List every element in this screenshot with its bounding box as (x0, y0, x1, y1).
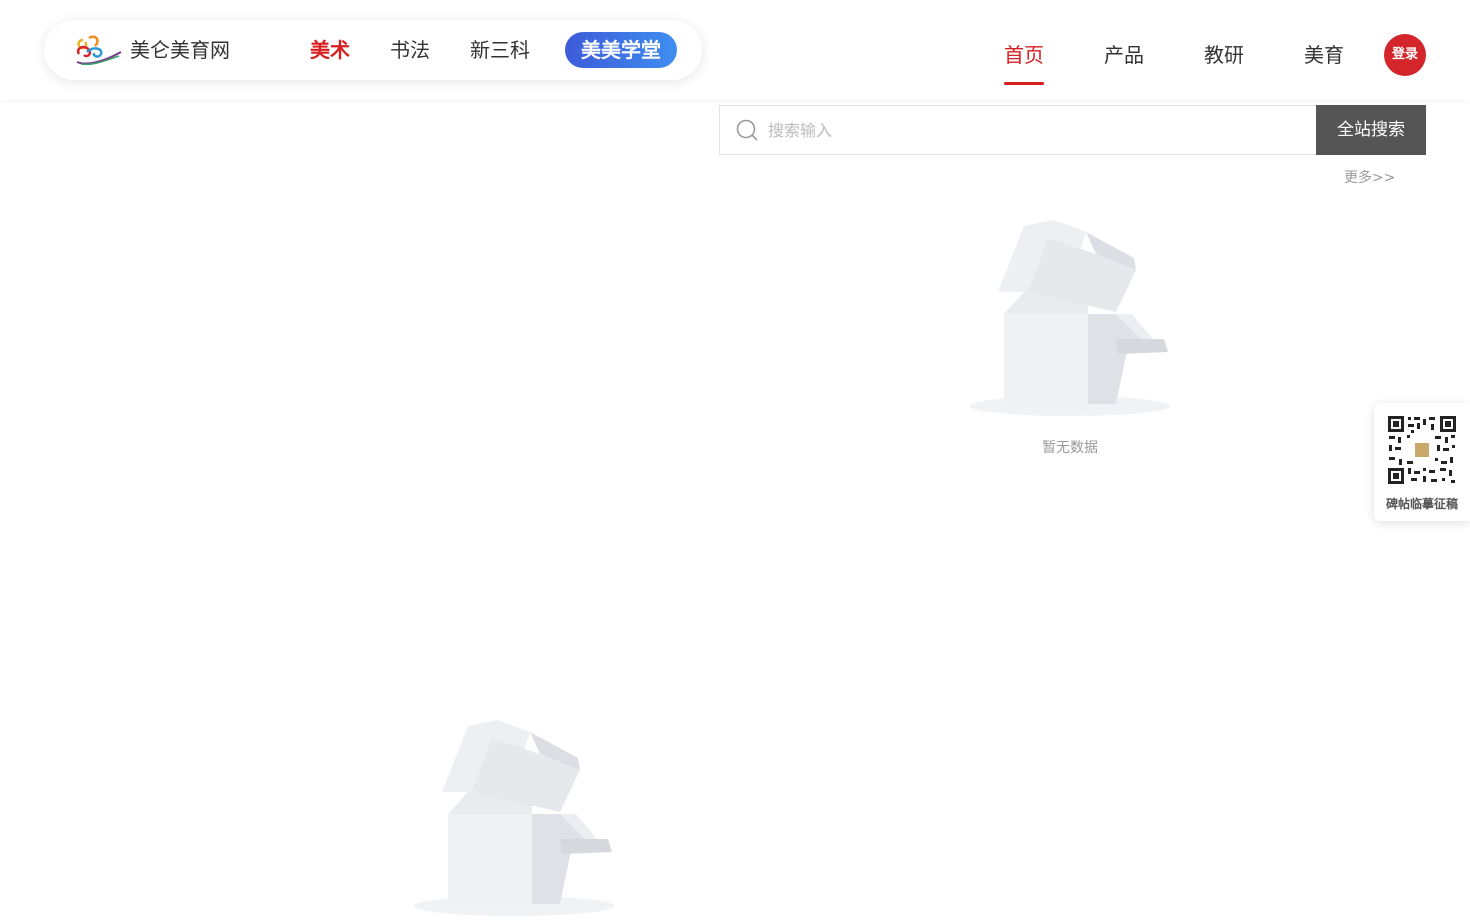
empty-box-icon (970, 220, 1170, 416)
site-search-button[interactable]: 全站搜索 (1316, 105, 1426, 155)
featured-category-button[interactable]: 美美学堂 (565, 32, 677, 68)
empty-state-text: 暂无数据 (1042, 440, 1098, 456)
qr-caption[interactable]: 碑帖临摹征稿 (1376, 496, 1468, 512)
category-tab-art[interactable]: 美术 (310, 38, 350, 62)
search-icon (736, 119, 758, 141)
category-tab-new-three-subjects[interactable]: 新三科 (470, 38, 530, 62)
search-input[interactable] (766, 114, 1300, 146)
nav-home[interactable]: 首页 (1004, 43, 1044, 67)
nav-products[interactable]: 产品 (1104, 43, 1144, 67)
qr-code-icon[interactable] (1387, 415, 1457, 485)
site-logo-icon[interactable] (73, 32, 123, 68)
category-tab-calligraphy[interactable]: 书法 (390, 38, 430, 62)
nav-teaching-research[interactable]: 教研 (1204, 43, 1244, 67)
nav-aesthetic-education[interactable]: 美育 (1304, 43, 1344, 67)
more-link[interactable]: 更多>> (1344, 169, 1395, 187)
site-name[interactable]: 美仑美育网 (130, 38, 230, 62)
nav-active-indicator (1004, 82, 1044, 85)
empty-box-icon (414, 720, 614, 916)
login-button[interactable]: 登录 (1384, 34, 1426, 76)
